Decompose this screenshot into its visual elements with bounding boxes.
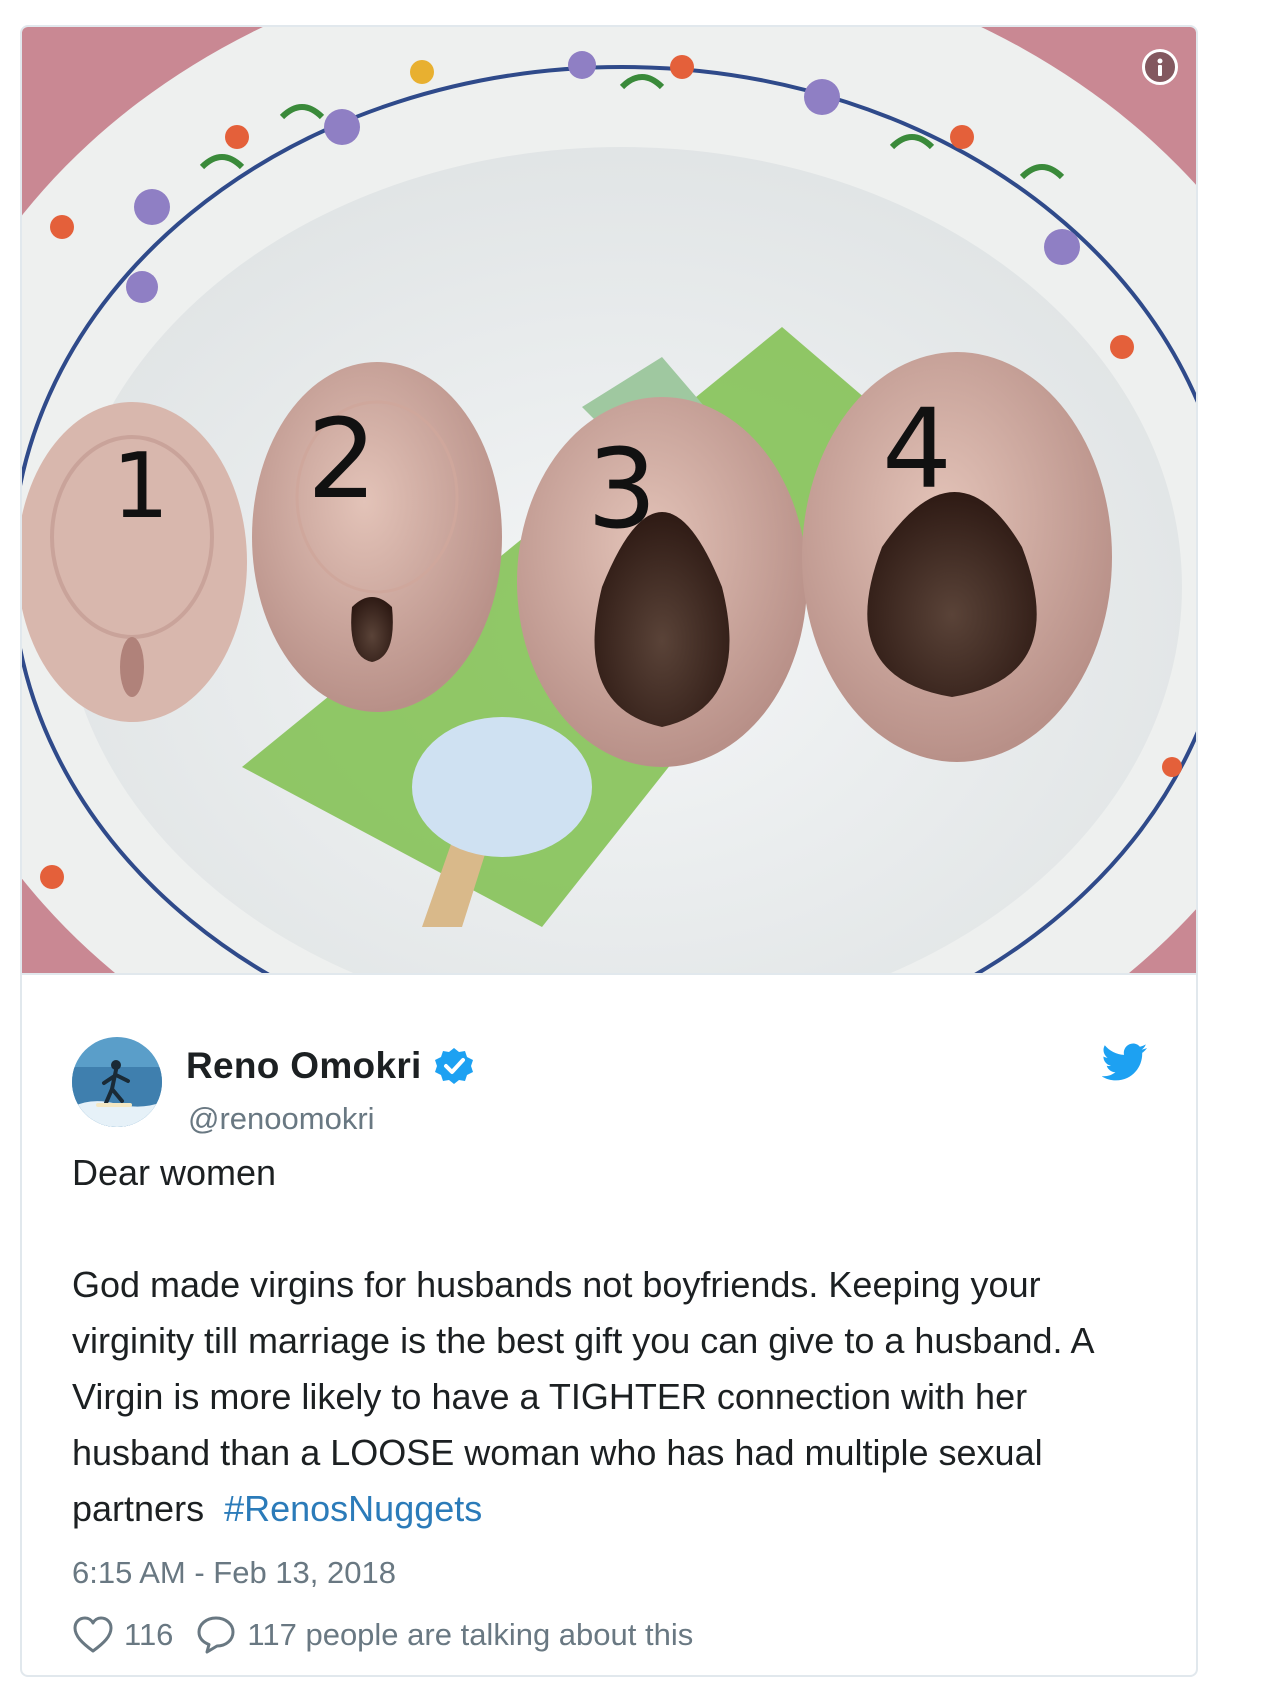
author-name-line: Reno Omokri <box>186 1045 474 1087</box>
info-icon[interactable] <box>1142 49 1178 85</box>
conversation-link[interactable]: 117 people are talking about this <box>195 1615 693 1655</box>
hashtag-link[interactable]: #RenosNuggets <box>224 1488 482 1529</box>
tweet-card: 1 2 3 4 Reno Omokri @renoomokri Dear wom… <box>20 25 1198 1677</box>
heart-icon <box>73 1616 113 1653</box>
like-count: 116 <box>124 1617 174 1652</box>
author-name[interactable]: Reno Omokri <box>186 1045 422 1087</box>
tweet-header: Reno Omokri @renoomokri <box>22 975 1196 1136</box>
steak-label-1: 1 <box>112 434 169 539</box>
fish-steak-2 <box>252 362 502 712</box>
steak-label-3: 3 <box>587 425 657 553</box>
tweet-body: God made virgins for husbands not boyfri… <box>72 1257 1152 1537</box>
tweet-photo[interactable]: 1 2 3 4 <box>22 27 1196 973</box>
talking-count: 117 people are talking about this <box>247 1617 694 1652</box>
like-button[interactable]: 116 <box>72 1615 173 1655</box>
author-avatar[interactable] <box>72 1037 162 1127</box>
speech-bubble-icon <box>197 1616 235 1654</box>
author-handle[interactable]: @renoomokri <box>188 1101 375 1137</box>
fish-steak-4 <box>802 352 1112 762</box>
fish-steak-3 <box>517 397 807 767</box>
tweet-actions: 116 117 people are talking about this <box>72 1607 693 1663</box>
tweet-greeting: Dear women <box>72 1152 277 1193</box>
tweet-text: Dear women God made virgins for husbands… <box>72 1145 1152 1537</box>
verified-badge-icon <box>434 1048 473 1084</box>
steak-label-2: 2 <box>307 395 377 523</box>
twitter-bird-icon[interactable] <box>1102 1043 1148 1083</box>
tweet-timestamp[interactable]: 6:15 AM - Feb 13, 2018 <box>72 1555 396 1591</box>
steak-label-4: 4 <box>882 385 952 513</box>
